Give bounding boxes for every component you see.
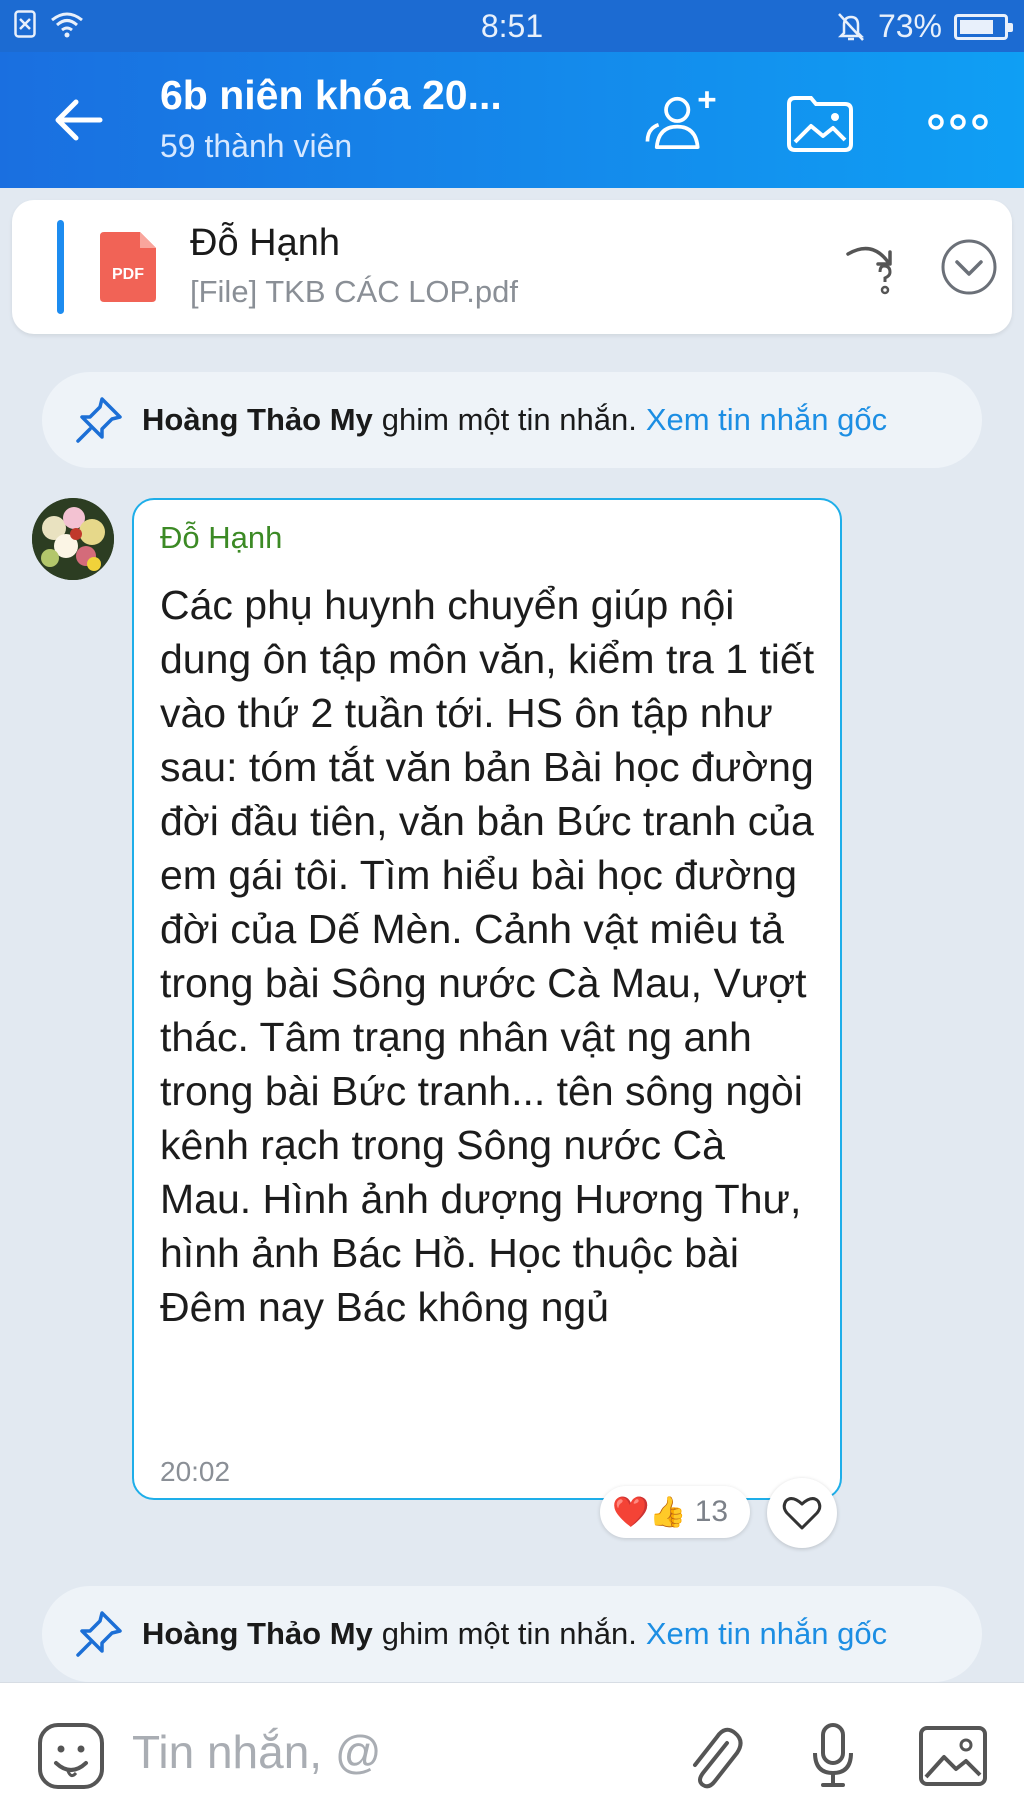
reaction-emojis: ❤️👍 — [612, 1495, 687, 1529]
image-folder-icon — [787, 96, 853, 152]
attach-button[interactable] — [676, 1719, 750, 1793]
notice-action: ghim một tin nhắn. — [381, 402, 637, 437]
notice-author: Hoàng Thảo My — [142, 402, 373, 437]
reaction-summary[interactable]: ❤️👍 13 — [600, 1486, 750, 1538]
message-input[interactable]: Tin nhắn, @ — [132, 1725, 382, 1779]
status-bar: 8:51 73% — [0, 0, 1024, 52]
mute-bell-icon — [837, 12, 864, 41]
pdf-badge-text: PDF — [112, 266, 144, 283]
sticker-emoji-icon[interactable] — [36, 1721, 106, 1791]
microphone-icon — [813, 1723, 853, 1787]
group-title[interactable]: 6b niên khóa 20... — [160, 72, 502, 119]
message-bubble[interactable]: Đỗ Hạnh Các phụ huynh chuyển giúp nội du… — [132, 498, 842, 1500]
reaction-count: 13 — [694, 1495, 729, 1528]
view-original-link[interactable]: Xem tin nhắn gốc — [646, 1616, 887, 1652]
heart-outline-icon — [782, 1497, 822, 1530]
voice-button[interactable] — [796, 1719, 870, 1793]
chevron-down-icon[interactable] — [940, 238, 998, 296]
message-text: Các phụ huynh chuyển giúp nội dung ôn tậ… — [160, 582, 815, 1330]
notice-action: ghim một tin nhắn. — [381, 1616, 637, 1651]
battery-percent: 73% — [877, 8, 942, 44]
image-icon — [919, 1726, 987, 1786]
more-options-button[interactable] — [918, 82, 998, 162]
pin-icon — [76, 397, 122, 443]
more-dots-icon — [928, 114, 988, 130]
pin-icon — [76, 1611, 122, 1657]
gallery-button[interactable] — [916, 1719, 990, 1793]
add-member-button[interactable] — [640, 82, 720, 162]
back-arrow-icon[interactable] — [50, 92, 106, 148]
message-sender: Đỗ Hạnh — [160, 520, 283, 555]
paperclip-icon — [693, 1727, 743, 1789]
add-user-icon — [645, 91, 716, 149]
message-time: 20:02 — [160, 1456, 231, 1487]
view-original-link[interactable]: Xem tin nhắn gốc — [646, 402, 887, 438]
notice-author: Hoàng Thảo My — [142, 1616, 373, 1651]
avatar-flowers-image — [32, 498, 114, 580]
pinned-accent-bar — [57, 220, 64, 314]
message-composer: Tin nhắn, @ — [0, 1682, 1024, 1820]
pdf-file-icon: PDF — [100, 232, 156, 302]
react-button[interactable] — [767, 1478, 837, 1548]
pin-notice: Hoàng Thảo My ghim một tin nhắn. Xem tin… — [42, 372, 982, 468]
member-count[interactable]: 59 thành viên — [160, 128, 352, 165]
pin-notice: Hoàng Thảo My ghim một tin nhắn. Xem tin… — [42, 1586, 982, 1682]
media-folder-button[interactable] — [780, 82, 860, 162]
jump-to-message-icon[interactable] — [842, 236, 906, 298]
chat-header: 6b niên khóa 20... 59 thành viên — [0, 52, 1024, 188]
pinned-file-name: [File] TKB CÁC LOP.pdf — [190, 274, 518, 309]
pinned-sender: Đỗ Hạnh — [190, 222, 340, 264]
avatar[interactable] — [32, 498, 114, 580]
battery-icon — [954, 13, 1013, 40]
pinned-message-card[interactable]: PDF Đỗ Hạnh [File] TKB CÁC LOP.pdf — [12, 200, 1012, 334]
